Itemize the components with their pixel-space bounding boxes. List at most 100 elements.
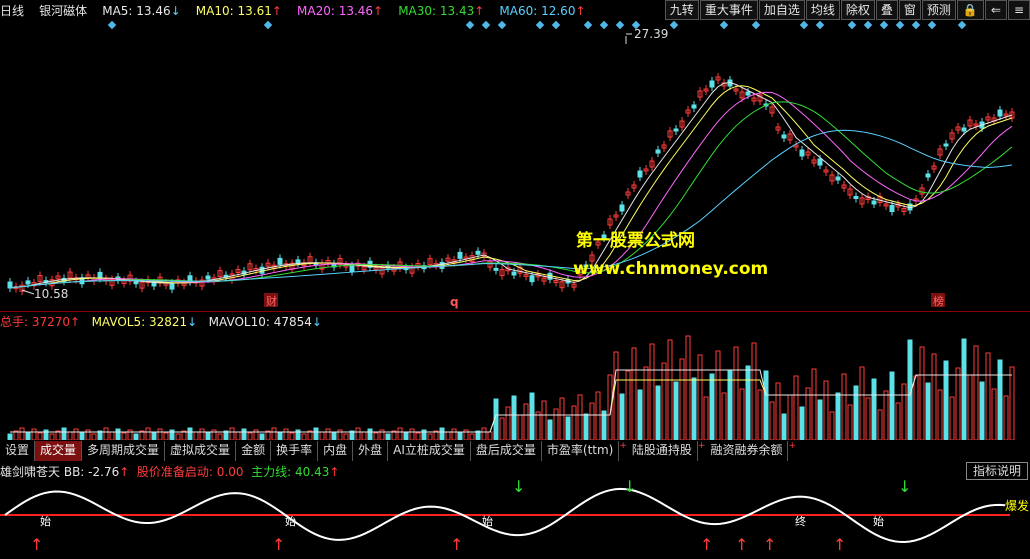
tab-4[interactable]: 金额 xyxy=(236,441,272,461)
tab-6[interactable]: 内盘 xyxy=(318,441,354,461)
ma20-value: MA20: 13.46↑ xyxy=(297,4,384,18)
volume-bar xyxy=(775,382,781,440)
volume-ma-line-1 xyxy=(10,369,1012,433)
toolbar-forecast-button[interactable]: 预测 xyxy=(921,0,956,20)
candle-body xyxy=(205,275,211,280)
tab-10[interactable]: 市盈率(ttm) xyxy=(541,441,620,461)
volume-bar xyxy=(661,362,667,440)
buy-arrow-icon: ↑ xyxy=(700,535,713,554)
tab-9[interactable]: 盘后成交量 xyxy=(470,441,542,461)
signal-value: 股价准备启动: 0.00 xyxy=(136,465,244,479)
tab-8[interactable]: AI立桩成交量 xyxy=(388,441,471,461)
candle-body xyxy=(7,281,13,289)
ma5-value: MA5: 13.46↓ xyxy=(102,4,181,18)
volume-bar xyxy=(205,432,211,440)
volume-bar xyxy=(949,396,955,440)
volume-bar xyxy=(451,428,457,440)
volume-bar xyxy=(799,406,805,440)
marker-cai[interactable]: 财 xyxy=(264,293,278,308)
volume-bar xyxy=(49,433,55,440)
toolbar-exright-button[interactable]: 除权 xyxy=(840,0,875,20)
volume-bar xyxy=(439,427,445,440)
price-chart[interactable]: 27.39 10.58 财 q 榜 xyxy=(0,20,1030,312)
volume-bar xyxy=(703,396,709,440)
event-diamond xyxy=(583,20,593,30)
toolbar-add-watchlist-button[interactable]: 加自选 xyxy=(758,0,805,20)
volume-bar xyxy=(583,413,589,440)
tab-7[interactable]: 外盘 xyxy=(353,441,389,461)
tab-2[interactable]: 多周期成交量 xyxy=(82,441,166,461)
signal-label: 始 xyxy=(873,514,884,528)
volume-bars xyxy=(7,335,1015,440)
marker-bang[interactable]: 榜 xyxy=(931,293,945,308)
tab-0[interactable]: 设置 xyxy=(0,441,36,461)
tab-1[interactable]: 成交量 xyxy=(35,441,83,461)
volume-chart[interactable] xyxy=(0,330,1030,440)
high-price-annotation: 27.39 xyxy=(625,27,668,44)
event-markers xyxy=(107,20,967,30)
marker-q[interactable]: q xyxy=(450,295,459,309)
volume-bar xyxy=(865,397,871,440)
volume-bar xyxy=(685,335,691,440)
mavol10-value: MAVOL10: 47854↓ xyxy=(208,315,322,329)
indicator-name[interactable]: 雄剑啸苍天 xyxy=(0,465,60,479)
tab-11[interactable]: 陆股通持股 xyxy=(626,441,698,461)
event-diamond xyxy=(497,20,507,30)
indicator-chart[interactable]: ↑ ↑ ↑ ↑ ↑ ↑ ↑ ↓ ↓ ↓ 始 始 始 始 终 爆发 xyxy=(0,478,1030,559)
volume-bar xyxy=(109,431,115,440)
toolbar-jiuzhuan-button[interactable]: 九转 xyxy=(664,0,699,20)
volume-bar xyxy=(823,380,829,440)
volume-bar xyxy=(637,389,643,440)
volume-bar xyxy=(733,346,739,440)
event-diamond xyxy=(551,20,561,30)
toolbar-ma-button[interactable]: 均线 xyxy=(805,0,840,20)
buy-arrow-icon: ↑ xyxy=(272,535,285,554)
volume-bar xyxy=(175,433,181,440)
menu-icon[interactable]: ≡ xyxy=(1007,0,1030,20)
volume-bar xyxy=(259,433,265,440)
volume-bar xyxy=(595,391,601,440)
indicator-tabs: 设置 成交量 多周期成交量 虚拟成交量 金额 换手率 内盘 外盘 AI立桩成交量 盘后成交量 市盈率… xyxy=(0,441,796,461)
volume-bar xyxy=(229,427,235,440)
candle-body xyxy=(745,91,751,96)
tab-5[interactable]: 换手率 xyxy=(271,441,319,461)
candle-body xyxy=(997,109,1003,117)
volume-bar xyxy=(895,402,901,440)
toolbar-overlay-button[interactable]: 叠 xyxy=(875,0,898,20)
volume-bar xyxy=(79,432,85,440)
volume-bar xyxy=(697,354,703,440)
lock-icon[interactable]: 🔒 xyxy=(956,0,984,20)
volume-bar xyxy=(331,432,337,440)
high-price-label: 27.39 xyxy=(634,27,668,41)
period-label[interactable]: 日线 xyxy=(0,2,24,20)
tab-3[interactable]: 虚拟成交量 xyxy=(165,441,237,461)
candle-body xyxy=(133,281,139,285)
volume-bar xyxy=(805,387,811,440)
event-diamond xyxy=(669,20,679,30)
event-diamond xyxy=(863,20,873,30)
volume-bar xyxy=(133,433,139,440)
volume-bar xyxy=(289,432,295,440)
back-arrow-icon[interactable]: ⇐ xyxy=(984,0,1007,20)
event-diamond xyxy=(107,20,117,30)
volume-bar xyxy=(859,366,865,440)
toolbar-window-button[interactable]: 窗 xyxy=(898,0,921,20)
moving-average-lines xyxy=(9,81,1013,289)
volume-bar xyxy=(457,432,463,440)
volume-bar xyxy=(73,428,79,440)
event-diamond xyxy=(847,20,857,30)
volume-bar xyxy=(361,431,367,440)
volume-bar xyxy=(67,431,73,440)
bb-value: BB: -2.76↑ xyxy=(63,465,130,479)
candle-body xyxy=(493,267,499,271)
ma10-value: MA10: 13.61↑ xyxy=(195,4,282,18)
volume-bar xyxy=(991,388,997,440)
volume-bar xyxy=(193,431,199,440)
volume-bar xyxy=(247,432,253,440)
tab-12[interactable]: 融资融券余额 xyxy=(705,441,789,461)
signal-label: 终 xyxy=(795,514,806,528)
buy-arrow-icon: ↑ xyxy=(30,535,43,554)
sell-arrow-icon: ↓ xyxy=(898,478,911,496)
volume-bar xyxy=(709,373,715,440)
toolbar-events-button[interactable]: 重大事件 xyxy=(699,0,758,20)
